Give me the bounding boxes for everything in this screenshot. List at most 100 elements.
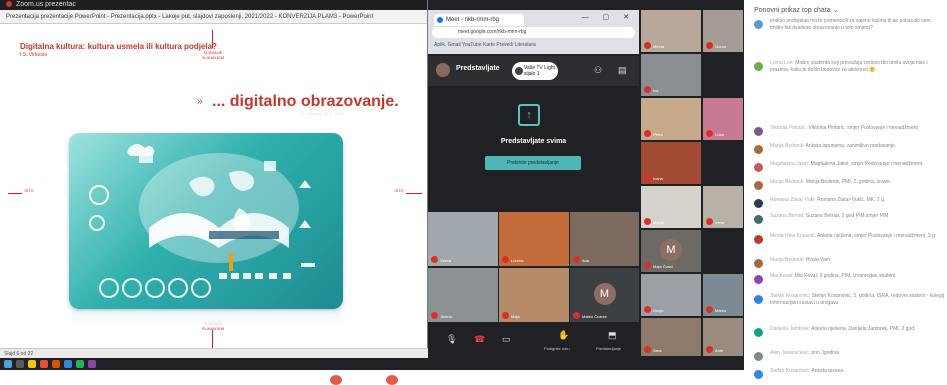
participant-tile[interactable]: Iva xyxy=(641,54,701,96)
chat-avatar xyxy=(754,352,763,361)
chat-avatar xyxy=(754,328,763,337)
chat-avatar xyxy=(754,163,763,172)
browser-chrome: Meet - nkb-rmm-rbg — ▢ ✕ meet.google.com… xyxy=(428,10,639,54)
taskbar xyxy=(0,358,744,370)
present-screen-icon: ↑ xyxy=(518,104,540,126)
chrome-icon[interactable] xyxy=(40,360,48,368)
browser-tab[interactable]: Meet - nkb-rmm-rbg xyxy=(434,14,524,26)
chat-avatar xyxy=(754,370,763,379)
address-bar[interactable]: meet.google.com/nkb-rmm-rbg xyxy=(432,27,635,38)
window-controls[interactable]: — ▢ ✕ xyxy=(582,13,635,21)
presenting-to-all-text: Predstavljate svima xyxy=(500,138,567,145)
browser-tab-title: Meet - nkb-rmm-rbg xyxy=(446,17,500,23)
hang-up-icon[interactable]: ☎ xyxy=(474,334,485,345)
chat-avatar xyxy=(754,275,763,284)
search-icon[interactable] xyxy=(16,360,24,368)
chat-text: Anketa riješena, smjer Poslovanje i mena… xyxy=(816,233,935,239)
mic-off-icon xyxy=(706,306,713,313)
people-icon[interactable]: ⚇ xyxy=(594,65,602,76)
chat-message: Suzana Bernat: Suzana Bernat, 2 god PIM … xyxy=(748,213,944,231)
chat-message: Marija Bedenik: Anketa ispunjena, zaniml… xyxy=(748,143,944,161)
participant-tile[interactable]: Ivana xyxy=(641,142,701,184)
bookmarks-bar[interactable]: Aplik. Gmail YouTube Karte Prevedi Liter… xyxy=(434,42,536,48)
chat-author: Viktorija Pintaric: xyxy=(770,125,808,131)
chat-text: prin 3godina xyxy=(811,350,839,356)
chat-author: Mirela Hina Krizanić: xyxy=(770,233,816,239)
explorer-icon[interactable] xyxy=(28,360,36,368)
participant-tile[interactable]: M Mateo Čvarče xyxy=(570,268,639,322)
mic-off-icon xyxy=(644,306,651,313)
chat-panel: Ponovni prikaz top chata ⌄ prakso podsij… xyxy=(744,0,947,385)
participant-name: Petra xyxy=(653,132,663,137)
raise-hand-label[interactable]: Podignite ruku xyxy=(544,346,570,351)
chat-author: Marija Bedenik: xyxy=(770,257,805,263)
bottom-strip xyxy=(0,370,744,385)
camera-icon[interactable]: ▭ xyxy=(502,334,511,345)
participant-name: Lorena xyxy=(511,258,524,263)
participant-name: Goran xyxy=(715,44,727,49)
chat-author: Alen Jankovčević: xyxy=(770,350,811,356)
mic-off-icon xyxy=(644,130,651,137)
participant-name: Vesna xyxy=(440,258,452,263)
mic-off-icon xyxy=(644,86,651,93)
participant-name: Marija xyxy=(653,220,664,225)
participant-tile[interactable]: Ante xyxy=(703,318,743,356)
participant-tile[interactable]: Vesna xyxy=(428,212,498,266)
slide-mark-left-label: ISTO xyxy=(24,188,34,193)
participant-tile[interactable]: Maja xyxy=(499,268,569,322)
mic-off-icon xyxy=(431,312,438,319)
participant-tile[interactable]: M Maja Čvarč xyxy=(641,230,701,272)
participant-tile[interactable]: Ana xyxy=(570,212,639,266)
participant-tile[interactable]: Lorena xyxy=(499,212,569,266)
participant-tile[interactable]: Marko xyxy=(703,274,743,316)
participant-tile[interactable]: Goran xyxy=(703,10,743,52)
mic-off-icon xyxy=(644,346,651,353)
participant-name: Ivana xyxy=(653,176,663,181)
participant-name: Maja xyxy=(511,314,520,319)
participant-tile[interactable]: Dunja xyxy=(641,274,701,316)
stop-presenting-button[interactable]: Prekinite predstavljanje xyxy=(485,156,581,170)
chat-message: Stefan Kosanović: Anketa ipsana xyxy=(748,368,944,382)
excel-icon[interactable] xyxy=(76,360,84,368)
participant-tile[interactable]: Mirela xyxy=(641,10,701,52)
participant-tile[interactable]: Jelena xyxy=(428,268,498,322)
chat-text: Anketa riješena, Danijela Jambrek, PMI, … xyxy=(811,326,916,332)
chat-avatar xyxy=(754,199,763,208)
chat-avatar xyxy=(754,127,763,136)
raise-hand-icon[interactable]: ✋ xyxy=(558,330,569,341)
participant-tile[interactable]: Irena xyxy=(703,186,743,228)
chat-text: Romana Zlatar-Vukić, MK, 2 g. xyxy=(817,197,886,203)
presenting-header: Predstavljate Vaše TV Light sijalo 1 ⚇ ▤ xyxy=(428,56,639,86)
heading-arrow: » xyxy=(197,96,203,107)
chat-avatar xyxy=(754,181,763,190)
chat-text: Hvala Vam xyxy=(805,257,830,263)
mic-icon[interactable]: 🎙 xyxy=(446,334,457,345)
chat-icon[interactable]: ▤ xyxy=(618,65,627,76)
participant-tile[interactable]: Petra xyxy=(641,98,701,140)
powerpoint-icon[interactable] xyxy=(52,360,60,368)
word-icon[interactable] xyxy=(64,360,72,368)
present-icon[interactable]: ⬒ xyxy=(608,330,617,341)
chat-message: Lorna Lori: Mislim studenta koji provađu… xyxy=(748,60,944,98)
mic-off-icon xyxy=(644,42,651,49)
record-indicator-icon xyxy=(330,375,342,385)
app-icon[interactable] xyxy=(88,360,96,368)
slide-mark-bottom xyxy=(212,330,213,348)
mic-off-icon xyxy=(706,218,713,225)
digital-education-illustration xyxy=(69,133,343,309)
chat-message: Viktorija Pintaric: Viktorija Pintaric, … xyxy=(748,125,944,143)
user-chip[interactable]: Vaše TV Light sijalo 1 xyxy=(512,62,558,80)
present-label[interactable]: Predstavljanje xyxy=(596,346,621,351)
mic-off-icon xyxy=(706,346,713,353)
chat-message: Magdalena Jakin: Magdalena Jakin, smjer … xyxy=(748,161,944,179)
slide-heading: ... digitalno obrazovanje. xyxy=(212,93,399,110)
record-icon xyxy=(6,1,12,8)
chat-author: Magdalena Jakin: xyxy=(770,161,810,167)
chat-header[interactable]: Ponovni prikaz top chata ⌄ xyxy=(754,6,838,14)
participant-tile[interactable]: Sara xyxy=(641,318,701,356)
participant-tile[interactable]: Luka xyxy=(703,98,743,140)
start-icon[interactable] xyxy=(4,360,12,368)
chat-author: Danijela Jambrek: xyxy=(770,326,811,332)
recording-bar: Zoom.us prezentac xyxy=(0,0,427,10)
participant-tile[interactable]: Marija xyxy=(641,186,701,228)
